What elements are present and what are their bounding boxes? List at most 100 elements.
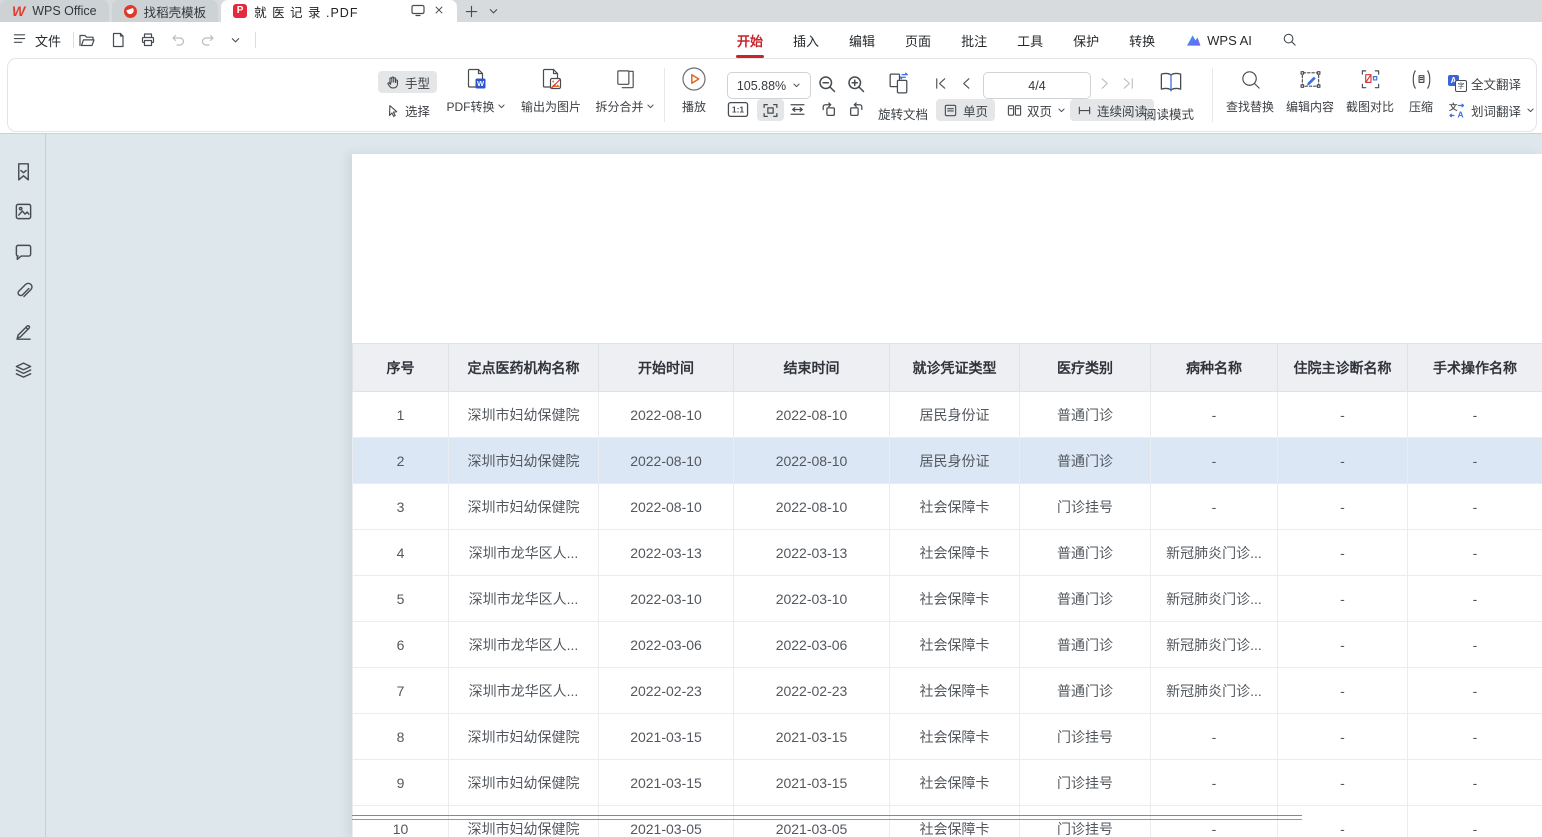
table-cell: 深圳市龙华区人... <box>449 668 599 714</box>
save-icon[interactable] <box>110 32 126 48</box>
table-cell: 2021-03-15 <box>734 714 890 760</box>
bookmark-icon[interactable] <box>12 160 34 182</box>
table-cell: 门诊挂号 <box>1020 484 1151 530</box>
swap-pages-icon[interactable] <box>886 70 913 97</box>
thumbnails-icon[interactable] <box>12 200 34 222</box>
split-merge-button[interactable]: 拆分合并 <box>590 66 660 115</box>
full-translate-icon: A 字 <box>1448 75 1466 91</box>
table-cell: 普通门诊 <box>1020 622 1151 668</box>
page-indicator-input[interactable]: 4/4 <box>983 72 1091 99</box>
table-row: 4深圳市龙华区人...2022-03-132022-03-13社会保障卡普通门诊… <box>353 530 1542 576</box>
last-page-button[interactable] <box>1121 76 1136 91</box>
read-mode-label[interactable]: 阅读模式 <box>1144 104 1194 123</box>
layers-icon[interactable] <box>12 359 34 381</box>
tab-docer-templates[interactable]: 找稻壳模板 <box>112 0 219 22</box>
table-cell: - <box>1408 668 1542 714</box>
table-cell: - <box>1278 622 1408 668</box>
document-canvas[interactable]: 序号定点医药机构名称开始时间结束时间就诊凭证类型医疗类别病种名称住院主诊断名称手… <box>0 133 1542 837</box>
menu-item-home[interactable]: 开始 <box>737 21 763 59</box>
chevron-down-icon <box>497 102 506 111</box>
table-cell: 社会保障卡 <box>890 576 1020 622</box>
continuous-reading-button[interactable]: 连续阅读 <box>1070 99 1154 121</box>
divider <box>73 32 74 48</box>
table-row: 8深圳市妇幼保健院2021-03-152021-03-15社会保障卡门诊挂号--… <box>353 714 1542 760</box>
export-as-image-button[interactable]: 输出为图片 <box>514 66 588 115</box>
quickbar-chevron-icon[interactable] <box>230 35 241 46</box>
actual-size-button[interactable]: 1:1 <box>727 101 749 118</box>
word-translate-button[interactable]: 文A 划词翻译 <box>1448 99 1535 121</box>
undo-icon[interactable] <box>170 32 186 48</box>
menu-item-convert[interactable]: 转换 <box>1129 21 1155 59</box>
read-mode-icon[interactable] <box>1156 70 1186 95</box>
zoom-out-button[interactable] <box>817 74 837 94</box>
close-tab-icon[interactable] <box>433 4 445 19</box>
fit-width-button[interactable] <box>789 101 806 118</box>
zoom-in-button[interactable] <box>846 74 866 94</box>
table-header-cell: 结束时间 <box>734 344 890 392</box>
menu-item-page[interactable]: 页面 <box>905 21 931 59</box>
table-cell: - <box>1151 392 1278 438</box>
rotate-left-button[interactable] <box>820 101 837 118</box>
table-cell: 2 <box>353 438 449 484</box>
table-header-cell: 病种名称 <box>1151 344 1278 392</box>
table-header-cell: 定点医药机构名称 <box>449 344 599 392</box>
zoom-level-select[interactable]: 105.88% <box>727 72 811 99</box>
compress-button[interactable]: 压缩 <box>1402 66 1440 115</box>
play-button[interactable]: 播放 <box>670 66 718 115</box>
pdf-convert-button[interactable]: W PDF转换 <box>440 66 512 115</box>
divider <box>1212 68 1213 122</box>
table-cell: 深圳市妇幼保健院 <box>449 760 599 806</box>
rotate-document-label[interactable]: 旋转文档 <box>878 104 928 123</box>
print-icon[interactable] <box>140 32 156 48</box>
menu-item-tools[interactable]: 工具 <box>1017 21 1043 59</box>
table-cell: - <box>1278 484 1408 530</box>
table-cell: 社会保障卡 <box>890 806 1020 837</box>
screenshot-compare-button[interactable]: 截图对比 <box>1342 66 1398 115</box>
table-row: 1深圳市妇幼保健院2022-08-102022-08-10居民身份证普通门诊--… <box>353 392 1542 438</box>
previous-page-button[interactable] <box>959 76 974 91</box>
table-cell: 社会保障卡 <box>890 530 1020 576</box>
select-tool-button[interactable]: 选择 <box>378 99 437 121</box>
attachment-icon[interactable] <box>12 280 34 302</box>
table-row: 7深圳市龙华区人...2022-02-232022-02-23社会保障卡普通门诊… <box>353 668 1542 714</box>
redo-icon[interactable] <box>200 32 216 48</box>
new-tab-button[interactable] <box>460 0 482 22</box>
table-cell: 新冠肺炎门诊... <box>1151 530 1278 576</box>
open-on-device-icon[interactable] <box>410 2 426 21</box>
table-cell: 普通门诊 <box>1020 576 1151 622</box>
open-file-icon[interactable] <box>78 31 96 49</box>
table-cell: 门诊挂号 <box>1020 806 1151 837</box>
main-menu-icon[interactable] <box>12 31 27 49</box>
rotate-right-button[interactable] <box>848 101 865 118</box>
tab-list-chevron-icon[interactable] <box>482 0 504 22</box>
menu-item-protect[interactable]: 保护 <box>1073 21 1099 59</box>
table-cell: - <box>1408 760 1542 806</box>
table-cell: 1 <box>353 392 449 438</box>
file-menu-button[interactable]: 文件 <box>35 31 61 50</box>
first-page-button[interactable] <box>933 76 948 91</box>
signature-icon[interactable] <box>12 320 34 342</box>
next-page-button[interactable] <box>1097 76 1112 91</box>
fit-page-button[interactable] <box>757 99 784 121</box>
menu-search-icon[interactable] <box>1282 22 1297 59</box>
find-replace-button[interactable]: 查找替换 <box>1222 66 1278 115</box>
comment-icon[interactable] <box>12 241 34 263</box>
pdf-page[interactable]: 序号定点医药机构名称开始时间结束时间就诊凭证类型医疗类别病种名称住院主诊断名称手… <box>352 154 1542 837</box>
edit-content-button[interactable]: 编辑内容 <box>1282 66 1338 115</box>
tab-document[interactable]: P 就 医 记 录 .PDF <box>221 0 457 22</box>
table-cell: 社会保障卡 <box>890 484 1020 530</box>
single-page-button[interactable]: 单页 <box>936 99 995 121</box>
full-text-translate-button[interactable]: A 字 全文翻译 <box>1448 72 1521 94</box>
divider <box>255 32 256 48</box>
menu-item-insert[interactable]: 插入 <box>793 21 819 59</box>
table-cell: 深圳市龙华区人... <box>449 530 599 576</box>
menu-item-annotate[interactable]: 批注 <box>961 21 987 59</box>
hand-tool-button[interactable]: 手型 <box>378 71 437 93</box>
tab-wps-office[interactable]: W WPS Office <box>0 0 109 22</box>
double-page-button[interactable]: 双页 <box>1000 99 1073 121</box>
table-row: 10深圳市妇幼保健院2021-03-052021-03-05社会保障卡门诊挂号-… <box>353 806 1542 837</box>
wps-ai-button[interactable]: WPS AI <box>1185 23 1252 57</box>
table-cell: - <box>1408 806 1542 837</box>
table-header-cell: 住院主诊断名称 <box>1278 344 1408 392</box>
menu-item-edit[interactable]: 编辑 <box>849 21 875 59</box>
